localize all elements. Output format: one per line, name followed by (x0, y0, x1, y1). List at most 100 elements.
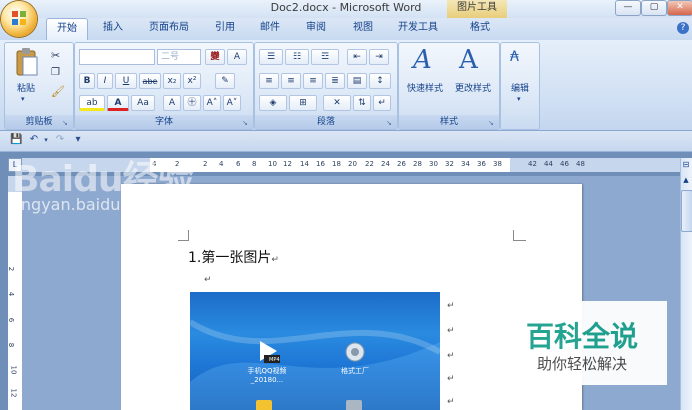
video-file-icon[interactable]: MP4 手机QQ视频_20180... (244, 338, 290, 385)
tab-developer[interactable]: 开发工具 (392, 18, 444, 39)
italic-button[interactable]: I (97, 73, 113, 89)
save-icon[interactable]: 💾 (10, 134, 22, 146)
ruler-toggle-icon[interactable]: ⊟ (681, 160, 691, 170)
scroll-thumb[interactable] (681, 190, 692, 232)
clipboard-launcher-icon[interactable]: ↘ (62, 119, 70, 127)
scroll-up-icon[interactable]: ▲ (681, 176, 691, 186)
bold-button[interactable]: B (79, 73, 95, 89)
tab-home[interactable]: 开始 (46, 18, 88, 40)
paste-icon[interactable] (15, 47, 39, 77)
shrink-font-button[interactable]: A˅ (223, 95, 241, 111)
close-button[interactable]: ✕ (667, 0, 692, 16)
grow-font-button[interactable]: A˄ (203, 95, 221, 111)
tab-view[interactable]: 视图 (346, 18, 380, 39)
numbering-icon[interactable]: ☷ (285, 49, 309, 65)
align-center-icon[interactable]: ≡ (281, 73, 301, 89)
baike-badge: 百科全说 助你轻松解决 (497, 301, 667, 385)
baidu-url-watermark: jingyan.baidu.com (12, 195, 160, 214)
redo-icon[interactable]: ↷ (54, 134, 66, 146)
format-factory-icon[interactable]: 格式工厂 (332, 340, 378, 376)
ribbon-tabs: 开始 插入 页面布局 引用 邮件 审阅 视图 开发工具 格式 (0, 18, 692, 40)
bullets-icon[interactable]: ☰ (259, 49, 283, 65)
paragraph-1[interactable]: 1.第一张图片↵ (188, 247, 279, 267)
change-size-button[interactable]: Aa (131, 95, 155, 111)
tab-insert[interactable]: 插入 (96, 18, 130, 39)
line-spacing-icon[interactable]: ↕ (369, 73, 391, 89)
change-styles-label[interactable]: 更改样式 (449, 81, 497, 94)
styles-group: A A 快速样式 更改样式 样式 ↘ (398, 42, 500, 130)
editing-group: ₳ 编辑 ▾ (500, 42, 540, 130)
quick-styles-icon[interactable]: A (413, 45, 432, 75)
inserted-picture[interactable]: MP4 手机QQ视频_20180... 格式工厂 (190, 292, 440, 410)
undo-icon[interactable]: ↶ (28, 134, 40, 146)
find-icon[interactable]: ₳ (510, 49, 519, 65)
ruler-number: 44 (544, 160, 553, 168)
tab-format[interactable]: 格式 (462, 18, 498, 39)
ruler-number: 16 (316, 160, 325, 168)
show-marks-icon[interactable]: ↵ (373, 95, 391, 111)
tab-references[interactable]: 引用 (208, 18, 242, 39)
ruler-number: 32 (445, 160, 454, 168)
font-launcher-icon[interactable]: ↘ (242, 119, 250, 127)
increase-indent-icon[interactable]: ⇥ (369, 49, 389, 65)
align-left-icon[interactable]: ≡ (259, 73, 279, 89)
ruler-number: 2 (203, 160, 208, 168)
format-painter-icon[interactable]: 🖌 (51, 85, 65, 98)
align-right-icon[interactable]: ≡ (303, 73, 323, 89)
shading-icon[interactable]: ◈ (259, 95, 287, 111)
paste-dropdown-icon[interactable]: ▾ (21, 95, 25, 103)
customize-qat-icon[interactable]: ▾ (72, 134, 84, 146)
chinese-layout-icon[interactable]: ✕ (323, 95, 351, 111)
paste-button-label[interactable]: 粘贴 (11, 81, 41, 94)
change-styles-icon[interactable]: A (459, 45, 478, 75)
vertical-ruler-number: 6 (7, 317, 16, 323)
borders-icon[interactable]: ⊞ (289, 95, 317, 111)
superscript-button[interactable]: x² (183, 73, 201, 89)
minimize-button[interactable]: — (615, 0, 641, 16)
undo-dropdown-icon[interactable]: ▾ (40, 134, 52, 146)
help-icon[interactable]: ? (677, 22, 689, 34)
subscript-button[interactable]: x₂ (163, 73, 181, 89)
clear-format-button[interactable]: A (227, 49, 247, 65)
paragraph-mark-icon: ↵ (204, 275, 212, 285)
restore-button[interactable]: ▢ (641, 0, 667, 16)
paragraph-mark-icon: ↵ (271, 255, 279, 265)
picture-tools-header: 图片工具 (447, 0, 507, 18)
tab-review[interactable]: 审阅 (299, 18, 333, 39)
editing-label[interactable]: 编辑 (501, 81, 539, 94)
enclose-char-icon[interactable]: ㊉ (183, 95, 201, 111)
tab-mailings[interactable]: 邮件 (253, 18, 287, 39)
styles-launcher-icon[interactable]: ↘ (488, 119, 496, 127)
ruler-number: 34 (461, 160, 470, 168)
vertical-ruler-number: 8 (7, 342, 16, 348)
paragraph-1-text: 1.第一张图片 (188, 250, 272, 266)
font-name-combo[interactable] (79, 49, 155, 65)
editing-dropdown-icon[interactable]: ▾ (517, 95, 521, 103)
app-icon[interactable] (346, 400, 362, 410)
highlight-button[interactable]: ab (79, 95, 105, 111)
decrease-indent-icon[interactable]: ⇤ (347, 49, 367, 65)
char-border-button[interactable]: A (163, 95, 181, 111)
distributed-icon[interactable]: ▤ (347, 73, 367, 89)
office-button[interactable] (1, 1, 37, 37)
styles-group-label: 样式 (399, 115, 499, 129)
tab-page-layout[interactable]: 页面布局 (143, 18, 195, 39)
change-case-button[interactable]: 變 (205, 49, 225, 65)
folder-icon[interactable] (256, 400, 272, 410)
paragraph-launcher-icon[interactable]: ↘ (386, 119, 394, 127)
font-size-combo[interactable]: 二号 (157, 49, 201, 65)
copy-icon[interactable]: ❐ (51, 67, 60, 78)
font-group-label: 字体 (75, 115, 253, 129)
underline-button[interactable]: U (115, 73, 137, 89)
font-color-button[interactable]: A (107, 95, 129, 111)
strikethrough-button[interactable]: abe (139, 73, 161, 89)
justify-icon[interactable]: ≣ (325, 73, 345, 89)
sort-icon[interactable]: ⇅ (353, 95, 371, 111)
quick-styles-label[interactable]: 快速样式 (401, 81, 449, 94)
text-effect-icon[interactable]: ✎ (215, 73, 235, 89)
paragraph-mark-icon: ↵ (447, 351, 455, 361)
paragraph-group-label: 段落 (255, 115, 397, 129)
ruler-number: 14 (300, 160, 309, 168)
multilevel-list-icon[interactable]: ☲ (311, 49, 339, 65)
cut-icon[interactable]: ✂ (51, 49, 60, 62)
